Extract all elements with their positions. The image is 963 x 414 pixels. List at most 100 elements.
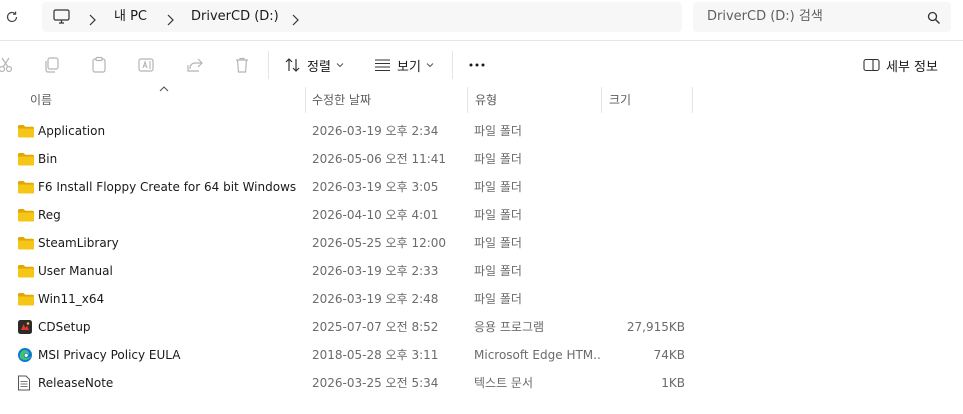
folder-icon — [17, 179, 35, 195]
cut-icon[interactable] — [0, 53, 18, 77]
sort-ascending-icon — [159, 86, 169, 92]
folder-icon — [17, 263, 35, 279]
more-options-icon[interactable] — [465, 53, 489, 77]
file-row[interactable]: MSI Privacy Policy EULA 2018-05-28 오후 3:1… — [0, 341, 963, 369]
column-resize-handle[interactable] — [305, 87, 306, 113]
file-size — [606, 117, 685, 145]
file-name: MSI Privacy Policy EULA — [38, 348, 181, 362]
paste-icon[interactable] — [87, 53, 111, 77]
sort-label: 정렬 — [307, 59, 331, 75]
file-row[interactable]: Win11_x64 2026-03-19 오후 2:48 파일 폴더 — [0, 285, 963, 313]
copy-icon[interactable] — [40, 53, 64, 77]
file-name: F6 Install Floppy Create for 64 bit Wind… — [38, 180, 297, 194]
file-row[interactable]: ReleaseNote 2026-03-25 오전 5:34 텍스트 문서 1KB — [0, 369, 963, 397]
chevron-down-icon — [426, 63, 434, 68]
file-date: 2026-03-19 오후 2:34 — [312, 124, 439, 138]
chevron-right-icon[interactable] — [290, 11, 300, 26]
sort-button[interactable]: 정렬 — [285, 41, 344, 89]
search-input[interactable]: DriverCD (D:) 검색 — [707, 2, 823, 32]
file-name: Bin — [38, 152, 58, 166]
file-name: Reg — [38, 208, 61, 222]
file-row[interactable]: SteamLibrary 2026-05-25 오후 12:00 파일 폴더 — [0, 229, 963, 257]
file-row[interactable]: User Manual 2026-03-19 오후 2:33 파일 폴더 — [0, 257, 963, 285]
file-type: 파일 폴더 — [474, 152, 522, 166]
folder-icon — [17, 235, 35, 251]
column-header-date[interactable]: 수정한 날짜 — [312, 87, 371, 113]
file-size — [606, 229, 685, 257]
file-size — [606, 145, 685, 173]
details-pane-button[interactable]: 세부 정보 — [863, 41, 938, 89]
chevron-right-icon[interactable] — [165, 11, 175, 26]
details-pane-icon — [863, 58, 880, 72]
column-header-size[interactable]: 크기 — [609, 87, 631, 113]
file-name: SteamLibrary — [38, 236, 119, 250]
share-icon[interactable] — [183, 53, 207, 77]
search-box[interactable]: DriverCD (D:) 검색 — [693, 2, 951, 32]
file-date: 2025-07-07 오전 8:52 — [312, 320, 439, 334]
chevron-down-icon — [336, 63, 344, 68]
column-resize-handle[interactable] — [467, 87, 468, 113]
breadcrumb-drive[interactable]: DriverCD (D:) — [191, 2, 279, 32]
search-icon[interactable] — [927, 10, 941, 24]
file-type: 응용 프로그램 — [474, 320, 545, 334]
folder-icon — [17, 207, 35, 223]
file-type: Microsoft Edge HTM... — [474, 348, 602, 362]
file-date: 2026-03-19 오후 3:05 — [312, 180, 439, 194]
file-type: 텍스트 문서 — [474, 376, 534, 390]
file-type: 파일 폴더 — [474, 236, 522, 250]
file-size — [606, 201, 685, 229]
file-date: 2018-05-28 오후 3:11 — [312, 348, 439, 362]
column-resize-handle[interactable] — [601, 87, 602, 113]
folder-icon — [17, 151, 35, 167]
file-date: 2026-05-25 오후 12:00 — [312, 236, 447, 250]
file-name: Win11_x64 — [38, 292, 105, 306]
rename-icon[interactable] — [134, 53, 158, 77]
file-name: User Manual — [38, 264, 113, 278]
toolbar-separator — [452, 51, 453, 79]
chevron-right-icon[interactable] — [87, 11, 97, 26]
file-row[interactable]: Application 2026-03-19 오후 2:34 파일 폴더 — [0, 117, 963, 145]
file-name: Application — [38, 124, 106, 138]
column-header-row: 이름 수정한 날짜 유형 크기 — [0, 86, 963, 113]
text-file-icon — [17, 375, 35, 391]
sort-icon — [285, 58, 300, 72]
folder-icon — [17, 291, 35, 307]
address-row: 내 PC DriverCD (D:) DriverCD (D:) 검색 — [0, 0, 963, 36]
file-date: 2026-05-06 오전 11:41 — [312, 152, 447, 166]
file-date: 2026-04-10 오후 4:01 — [312, 208, 439, 222]
details-pane-label: 세부 정보 — [886, 59, 938, 75]
address-bar[interactable]: 내 PC DriverCD (D:) — [42, 2, 682, 32]
refresh-icon[interactable] — [2, 7, 22, 27]
file-row[interactable]: Reg 2026-04-10 오후 4:01 파일 폴더 — [0, 201, 963, 229]
folder-icon — [17, 123, 35, 139]
file-date: 2026-03-19 오후 2:48 — [312, 292, 439, 306]
breadcrumb-this-pc[interactable]: 내 PC — [114, 2, 147, 32]
file-type: 파일 폴더 — [474, 180, 522, 194]
this-pc-icon[interactable] — [53, 9, 70, 28]
column-header-name[interactable]: 이름 — [30, 87, 52, 113]
file-date: 2026-03-25 오전 5:34 — [312, 376, 439, 390]
file-row[interactable]: F6 Install Floppy Create for 64 bit Wind… — [0, 173, 963, 201]
file-size — [606, 257, 685, 285]
view-icon — [375, 59, 390, 72]
edge-icon — [17, 347, 35, 363]
file-row[interactable]: CDSetup 2025-07-07 오전 8:52 응용 프로그램 27,915KB — [0, 313, 963, 341]
file-size: 1KB — [661, 376, 685, 390]
file-row[interactable]: Bin 2026-05-06 오전 11:41 파일 폴더 — [0, 145, 963, 173]
column-header-type[interactable]: 유형 — [475, 87, 497, 113]
file-name: ReleaseNote — [38, 376, 114, 390]
file-name: CDSetup — [38, 320, 91, 334]
column-resize-handle[interactable] — [692, 87, 693, 113]
file-size — [606, 285, 685, 313]
file-type: 파일 폴더 — [474, 124, 522, 138]
file-size — [606, 173, 685, 201]
delete-icon[interactable] — [230, 53, 254, 77]
toolbar-separator — [268, 51, 269, 79]
file-size: 74KB — [653, 348, 685, 362]
view-button[interactable]: 보기 — [374, 41, 434, 89]
file-type: 파일 폴더 — [474, 292, 522, 306]
app-icon — [17, 319, 35, 335]
file-type: 파일 폴더 — [474, 208, 522, 222]
command-bar: 정렬 보기 세부 정보 — [0, 41, 963, 89]
file-date: 2026-03-19 오후 2:33 — [312, 264, 439, 278]
